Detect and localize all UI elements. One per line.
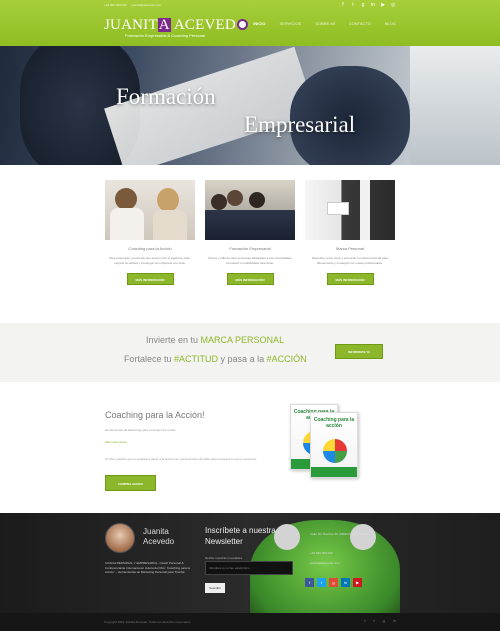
- twitter-icon[interactable]: t: [374, 618, 375, 623]
- feature-label: Marca Personal: [335, 246, 364, 251]
- newsletter-subtitle: Recibe nuestras novedades: [205, 556, 243, 560]
- footer-phone[interactable]: +34 000 000 000: [310, 551, 333, 555]
- nav-item-sobre-mi[interactable]: Sobre mí: [315, 21, 335, 26]
- feature-more-button[interactable]: Más información: [326, 273, 374, 285]
- twitter-icon[interactable]: t: [350, 2, 356, 8]
- cta-line2: Fortalece tu #ACTITUD y pasa a la #ACCIÓ…: [124, 354, 307, 364]
- feature-text: Para empresas y personas que quieren dar…: [109, 256, 191, 265]
- site-tagline: Formación Empresarial & Coaching Persona…: [125, 33, 206, 38]
- youtube-icon[interactable]: ▶: [353, 578, 362, 587]
- header-social: f t g in ▶ ◎: [340, 2, 396, 8]
- buy-book-button[interactable]: Compra ahora: [105, 475, 156, 491]
- nav-item-contacto[interactable]: Contacto: [349, 21, 371, 26]
- footer-email[interactable]: juanita@acevedo.com: [310, 561, 340, 565]
- footer-name: Juanita Acevedo: [143, 527, 175, 546]
- coaching-description: Un libro práctico que te ayudará a pasar…: [105, 457, 258, 461]
- cta-button[interactable]: INFÓRMATE YA: [335, 344, 384, 359]
- logo-o-mark: [236, 19, 248, 30]
- site-logo[interactable]: JUANITA ACEVED: [104, 17, 248, 34]
- header-email[interactable]: juanita@acevedo.com: [131, 3, 161, 7]
- nav-item-servicios[interactable]: Servicios: [280, 21, 302, 26]
- facebook-icon[interactable]: f: [340, 2, 346, 8]
- footer-social: f t g in ▶: [305, 578, 362, 587]
- feature-label: Coaching para la Acción: [128, 246, 172, 251]
- google-plus-icon[interactable]: g: [329, 578, 338, 587]
- newsletter-title: Inscríbete a nuestra Newsletter: [205, 526, 276, 546]
- feature-image: [205, 180, 295, 240]
- hero-title-line1: Formación: [116, 84, 216, 109]
- cta-band: Invierte en tu MARCA PERSONAL Fortalece …: [0, 323, 500, 382]
- nav-item-blog[interactable]: Blog: [385, 21, 396, 26]
- coaching-title: Coaching para la Acción!: [105, 410, 205, 420]
- copyright: Copyright 2016 Juanita Acevedo. Todos lo…: [104, 620, 192, 624]
- coaching-link[interactable]: Más información: [105, 440, 127, 444]
- footer-bio: COACH PERSONAL Y EMPRESARIAL, Coach Pers…: [105, 561, 190, 574]
- bottom-social: f t g in: [364, 618, 396, 623]
- feature-card-formacion: Formación Empresarial Cursos y talleres …: [205, 180, 295, 286]
- twitter-icon[interactable]: t: [317, 578, 326, 587]
- bottom-bar: Copyright 2016 Juanita Acevedo. Todos lo…: [0, 613, 500, 631]
- newsletter-email-input[interactable]: Introduce tu correo electrónico: [205, 561, 293, 575]
- coaching-subtitle: Herramientas de Marketing para conseguir…: [105, 428, 176, 432]
- feature-more-button[interactable]: Más información: [126, 273, 174, 285]
- instagram-icon[interactable]: ◎: [390, 2, 396, 8]
- youtube-icon[interactable]: ▶: [380, 2, 386, 8]
- nav-item-inicio[interactable]: Inicio: [253, 21, 265, 26]
- linkedin-icon[interactable]: in: [370, 2, 376, 8]
- linkedin-icon[interactable]: in: [393, 618, 396, 623]
- facebook-icon[interactable]: f: [305, 578, 314, 587]
- feature-more-button[interactable]: Más información: [226, 273, 274, 285]
- feature-image: [305, 180, 395, 240]
- hero-banner: Formación Empresarial: [0, 46, 500, 165]
- avatar: [105, 523, 135, 553]
- book-cover-back: Coaching para la acción: [310, 412, 358, 478]
- linkedin-icon[interactable]: in: [341, 578, 350, 587]
- hero-title-line2: Empresarial: [244, 112, 356, 137]
- feature-label: Formación Empresarial: [229, 246, 271, 251]
- google-plus-icon[interactable]: g: [383, 618, 385, 623]
- main-nav: Inicio Servicios Sobre mí Contacto Blog: [253, 21, 396, 26]
- cta-line1: Invierte en tu MARCA PERSONAL: [146, 335, 285, 345]
- top-header: +34 000 000 000 juanita@acevedo.com f t …: [0, 0, 500, 46]
- logo-boxed-letter: A: [157, 17, 171, 33]
- feature-card-marca: Marca Personal Descubre cómo crear y pot…: [305, 180, 395, 286]
- header-phone[interactable]: +34 000 000 000: [104, 3, 127, 7]
- feature-text: Descubre cómo crear y potenciar tu marca…: [312, 256, 388, 265]
- facebook-icon[interactable]: f: [364, 618, 365, 623]
- contact-line: +34 000 000 000 juanita@acevedo.com: [104, 3, 165, 7]
- feature-text: Cursos y talleres para empresas adaptado…: [207, 256, 293, 265]
- newsletter-submit-button[interactable]: Suscribir: [205, 583, 225, 593]
- feature-card-coaching: Coaching para la Acción Para empresas y …: [105, 180, 195, 286]
- feature-image: [105, 180, 195, 240]
- google-plus-icon[interactable]: g: [360, 2, 366, 8]
- footer-address: Calle Sin Nombre 00, 00000 Ciudad, Españ…: [310, 532, 370, 536]
